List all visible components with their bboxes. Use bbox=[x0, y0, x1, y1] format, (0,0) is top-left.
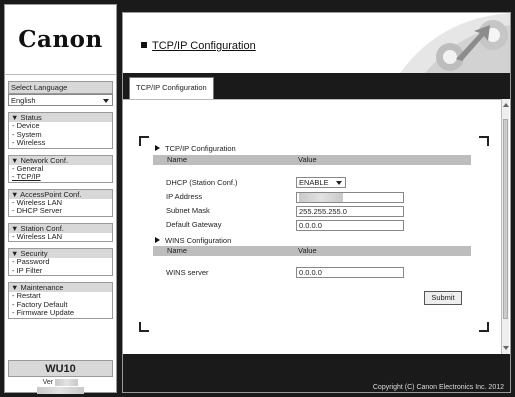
copyright-text: Copyright (C) Canon Electronics Inc. 201… bbox=[372, 384, 504, 391]
col-value-header: Value bbox=[298, 246, 317, 255]
default-gateway-label: Default Gateway bbox=[166, 220, 222, 229]
col-value-header: Value bbox=[298, 155, 317, 164]
page-banner: TCP/IP Configuration bbox=[123, 13, 510, 73]
language-label: Select Language bbox=[8, 81, 113, 94]
subnet-mask-field[interactable]: 255.255.255.0 bbox=[296, 206, 404, 217]
model-name: WU10 bbox=[8, 360, 113, 377]
triangle-right-icon bbox=[155, 145, 160, 151]
ip-address-label: IP Address bbox=[166, 192, 203, 201]
sidebar: Canon Select Language English ▼ Status -… bbox=[4, 4, 117, 394]
frame-corner bbox=[479, 322, 489, 332]
subnet-mask-label: Subnet Mask bbox=[166, 206, 210, 215]
tab-tcpip-configuration[interactable]: TCP/IP Configuration bbox=[129, 77, 214, 99]
frame-corner bbox=[479, 136, 489, 146]
sidebar-item-ip-filter[interactable]: - IP Filter bbox=[9, 266, 112, 276]
frame-corner bbox=[139, 136, 149, 146]
dhcp-label: DHCP (Station Conf.) bbox=[166, 178, 238, 187]
frame-corner bbox=[139, 322, 149, 332]
ip-address-redacted: 000.000.0.00 bbox=[299, 193, 343, 202]
main-panel: TCP/IP Configuration TCP/IP Configuratio… bbox=[122, 12, 511, 393]
page-title: TCP/IP Configuration bbox=[141, 40, 256, 52]
content-area: TCP/IP Configuration Name Value DHCP (St… bbox=[123, 99, 503, 354]
wins-section-title-text: WINS Configuration bbox=[165, 236, 232, 245]
language-select[interactable]: English bbox=[8, 94, 113, 106]
sidebar-item-station-wireless-lan[interactable]: - Wireless LAN bbox=[9, 232, 112, 242]
col-name-header: Name bbox=[167, 155, 188, 164]
menu-group-network: ▼ Network Conf. - General - TCP/IP bbox=[8, 154, 113, 183]
sidebar-item-firmware-update[interactable]: - Firmware Update bbox=[9, 308, 112, 318]
footer: Copyright (C) Canon Electronics Inc. 201… bbox=[123, 354, 510, 392]
canon-logo: Canon bbox=[5, 5, 116, 75]
menu-group-security: ▼ Security - Password - IP Filter bbox=[8, 248, 113, 276]
menu-group-maintenance: ▼ Maintenance - Restart - Factory Defaul… bbox=[8, 282, 113, 319]
chevron-down-icon bbox=[103, 99, 109, 103]
version-label: Ver bbox=[42, 379, 54, 386]
serial-redacted: [00000000000] bbox=[37, 386, 84, 394]
col-name-header: Name bbox=[167, 246, 188, 255]
scroll-down-icon[interactable] bbox=[503, 346, 509, 350]
wins-server-label: WINS server bbox=[166, 268, 209, 277]
banner-decoration bbox=[400, 13, 510, 73]
version-info: Ver 000000 [00000000000] bbox=[8, 379, 113, 394]
submit-button[interactable]: Submit bbox=[424, 291, 462, 305]
ip-address-field[interactable]: 000.000.0.00 bbox=[296, 192, 404, 203]
sidebar-item-dhcp-server[interactable]: - DHCP Server bbox=[9, 206, 112, 216]
tab-bar: TCP/IP Configuration bbox=[123, 73, 510, 99]
chevron-down-icon bbox=[336, 181, 342, 185]
wins-table-header: Name Value bbox=[153, 246, 471, 256]
dhcp-selected-value: ENABLE bbox=[299, 178, 329, 187]
page-title-text: TCP/IP Configuration bbox=[152, 40, 256, 52]
bullet-icon bbox=[141, 42, 147, 48]
dhcp-select[interactable]: ENABLE bbox=[296, 177, 346, 188]
vertical-scrollbar[interactable] bbox=[501, 99, 509, 354]
page-frame: Canon Select Language English ▼ Status -… bbox=[0, 0, 515, 397]
wins-server-field[interactable]: 0.0.0.0 bbox=[296, 267, 404, 278]
sidebar-item-tcpip-label: - TCP/IP bbox=[12, 172, 41, 181]
tcpip-table-header: Name Value bbox=[153, 155, 471, 165]
triangle-right-icon bbox=[155, 237, 160, 243]
wins-section-title: WINS Configuration bbox=[155, 236, 231, 245]
menu-group-status: ▼ Status - Device - System - Wireless bbox=[8, 112, 113, 149]
version-number-redacted: 000000 bbox=[55, 379, 79, 386]
tcpip-section-title: TCP/IP Configuration bbox=[155, 144, 236, 153]
sidebar-item-wireless[interactable]: - Wireless bbox=[9, 138, 112, 148]
menu-group-accesspoint: ▼ AccessPoint Conf. - Wireless LAN - DHC… bbox=[8, 188, 113, 217]
config-frame: TCP/IP Configuration Name Value DHCP (St… bbox=[139, 136, 489, 332]
scroll-thumb[interactable] bbox=[503, 119, 508, 319]
scroll-up-icon[interactable] bbox=[503, 103, 509, 107]
language-selected-value: English bbox=[11, 96, 36, 105]
menu-group-station: ▼ Station Conf. - Wireless LAN bbox=[8, 222, 113, 242]
default-gateway-field[interactable]: 0.0.0.0 bbox=[296, 220, 404, 231]
tcpip-section-title-text: TCP/IP Configuration bbox=[165, 144, 236, 153]
sidebar-item-tcpip[interactable]: - TCP/IP bbox=[9, 172, 112, 182]
